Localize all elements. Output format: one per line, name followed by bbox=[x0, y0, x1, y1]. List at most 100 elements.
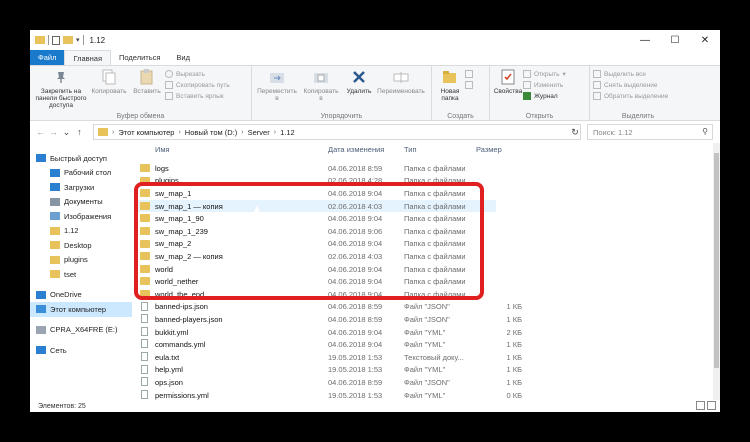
nav-item[interactable]: tset bbox=[30, 267, 132, 282]
tab-file[interactable]: Файл bbox=[30, 50, 65, 65]
file-name: bukkit.yml bbox=[155, 327, 189, 337]
nav-item-label: Изображения bbox=[64, 211, 112, 221]
folder-icon bbox=[140, 201, 150, 210]
table-row[interactable]: banned-ips.json 04.06.2018 8:59 Файл "JSON… bbox=[136, 301, 522, 314]
nav-item[interactable]: Загрузки bbox=[30, 180, 132, 195]
nav-item-label: CPRA_X64FRE (E:) bbox=[50, 325, 118, 335]
cut-button[interactable]: Вырезать bbox=[165, 70, 230, 78]
column-size[interactable]: Размер bbox=[476, 145, 502, 154]
paste-shortcut-button[interactable]: Вставить ярлык bbox=[165, 92, 230, 100]
table-row[interactable]: world_the_end 04.06.2018 9:04 Папка с файл… bbox=[136, 288, 496, 301]
table-row[interactable]: sw_map_1_239 04.06.2018 9:06 Папка с файла… bbox=[136, 225, 496, 238]
forward-icon[interactable]: → bbox=[47, 127, 60, 137]
organize-group-label: Упорядочить bbox=[320, 113, 363, 120]
file-size: 1 КБ bbox=[506, 365, 522, 375]
explorer-window: ▾ 1.12 — ☐ ✕ Файл Главная Поделиться Вид… bbox=[30, 30, 720, 412]
table-row[interactable]: sw_map_2 — копия 02.06.2018 4:03 Папка с ф… bbox=[136, 250, 496, 263]
back-icon[interactable]: ← bbox=[34, 127, 47, 137]
file-name: help.yml bbox=[155, 365, 183, 375]
pin-button[interactable]: Закрепить на панели быстрого доступа bbox=[33, 68, 89, 109]
create-group: Новая папка Создать bbox=[432, 66, 490, 121]
table-row[interactable]: sw_map_2 04.06.2018 9:04 Папка с файлами bbox=[136, 238, 496, 251]
move-to-button[interactable]: Переместить в bbox=[255, 68, 299, 102]
edit-button[interactable]: Изменить bbox=[523, 81, 566, 89]
nav-item[interactable]: plugins bbox=[30, 253, 132, 268]
nav-item[interactable]: Рабочий стол bbox=[30, 166, 132, 181]
nav-item-label: plugins bbox=[64, 255, 88, 265]
table-row[interactable]: bukkit.yml 04.06.2018 9:04 Файл "YML" 2 КБ bbox=[136, 326, 522, 339]
table-row[interactable]: sw_map_1_90 04.06.2018 9:04 Папка с файлам… bbox=[136, 212, 496, 225]
close-button[interactable]: ✕ bbox=[690, 30, 720, 50]
table-row[interactable]: world_nether 04.06.2018 9:04 Папка с файла… bbox=[136, 275, 496, 288]
tab-view[interactable]: Вид bbox=[168, 50, 198, 65]
table-row[interactable]: banned-players.json 04.06.2018 8:59 Файл "… bbox=[136, 313, 522, 326]
copy-button[interactable]: Копировать bbox=[89, 68, 129, 95]
column-type[interactable]: Тип bbox=[404, 145, 417, 154]
delete-button[interactable]: Удалить bbox=[343, 68, 375, 95]
breadcrumb-this-pc[interactable]: Этот компьютер bbox=[118, 128, 174, 137]
table-row[interactable]: sw_map_1 — копия 02.06.2018 4:03 Папка с ф… bbox=[136, 199, 496, 213]
easy-access-button[interactable] bbox=[465, 81, 473, 89]
rename-button[interactable]: Переименовать bbox=[375, 68, 427, 95]
refresh-icon[interactable]: ↻ bbox=[568, 124, 582, 140]
file-name: permissions.yml bbox=[155, 390, 209, 400]
nav-item[interactable]: Быстрый доступ bbox=[30, 151, 132, 166]
new-folder-qa-icon[interactable] bbox=[63, 36, 73, 44]
vertical-scrollbar[interactable] bbox=[713, 143, 720, 400]
copy-to-button[interactable]: Копировать в bbox=[299, 68, 343, 102]
column-headers: Имя Дата изменения Тип Размер bbox=[132, 143, 714, 157]
breadcrumb-server[interactable]: Server bbox=[248, 128, 270, 137]
journal-button[interactable]: Журнал bbox=[523, 92, 566, 100]
column-name[interactable]: Имя bbox=[155, 145, 170, 154]
customize-qa-icon[interactable]: ▾ bbox=[76, 36, 80, 44]
nav-item[interactable]: Сеть bbox=[30, 343, 132, 358]
nav-item[interactable]: OneDrive bbox=[30, 288, 132, 303]
table-row[interactable]: logs 04.06.2018 8:59 Папка с файлами bbox=[136, 162, 496, 175]
copy-path-button[interactable]: Скопировать путь bbox=[165, 81, 230, 89]
recent-locations-icon[interactable]: ⌄ bbox=[60, 127, 73, 138]
file-icon bbox=[141, 301, 148, 311]
folder-icon bbox=[98, 128, 108, 136]
scrollbar-thumb[interactable] bbox=[714, 153, 719, 368]
breadcrumb-1-12[interactable]: 1.12 bbox=[280, 128, 295, 137]
nav-item[interactable]: CPRA_X64FRE (E:) bbox=[30, 323, 132, 338]
chevron-right-icon: › bbox=[241, 128, 244, 136]
table-row[interactable]: plugins 02.06.2018 4:28 Папка с файлами bbox=[136, 175, 496, 188]
large-icons-view-icon[interactable] bbox=[707, 401, 716, 410]
table-row[interactable]: sw_map_1 04.06.2018 9:04 Папка с файлами bbox=[136, 187, 496, 200]
minimize-button[interactable]: — bbox=[630, 30, 660, 50]
table-row[interactable]: permissions.yml 19.05.2018 1:53 Файл "YML"… bbox=[136, 389, 522, 400]
deselect-button[interactable]: Снять выделение bbox=[593, 81, 668, 89]
table-row[interactable]: world 04.06.2018 9:04 Папка с файлами bbox=[136, 263, 496, 276]
nav-item[interactable]: 1.12 bbox=[30, 224, 132, 239]
tab-home[interactable]: Главная bbox=[64, 50, 111, 65]
column-date[interactable]: Дата изменения bbox=[328, 145, 384, 154]
up-icon[interactable]: ↑ bbox=[73, 127, 86, 137]
invert-selection-button[interactable]: Обратить выделение bbox=[593, 92, 668, 100]
chevron-right-icon: › bbox=[273, 128, 277, 136]
details-view-icon[interactable] bbox=[696, 401, 705, 410]
table-row[interactable]: eula.txt 19.05.2018 1:53 Текстовый доку...… bbox=[136, 351, 522, 364]
chevron-down-icon: ▾ bbox=[562, 71, 566, 78]
nav-item[interactable]: Этот компьютер bbox=[30, 302, 132, 317]
new-item-button[interactable] bbox=[465, 70, 473, 78]
open-button[interactable]: Открыть ▾ bbox=[523, 70, 566, 78]
maximize-button[interactable]: ☐ bbox=[660, 30, 690, 50]
nav-item[interactable]: Изображения bbox=[30, 209, 132, 224]
select-all-button[interactable]: Выделить все bbox=[593, 70, 668, 78]
tab-share[interactable]: Поделиться bbox=[111, 50, 168, 65]
properties-button[interactable]: Свойства bbox=[493, 68, 523, 95]
copy-to-icon bbox=[312, 68, 330, 86]
address-field[interactable]: › Этот компьютер › Новый том (D:) › Serv… bbox=[93, 124, 581, 140]
new-folder-button[interactable]: Новая папка bbox=[435, 68, 465, 102]
table-row[interactable]: ops.json 04.06.2018 8:59 Файл "JSON" 1 КБ bbox=[136, 376, 522, 389]
paste-button[interactable]: Вставить bbox=[129, 68, 165, 95]
table-row[interactable]: help.yml 19.05.2018 1:53 Файл "YML" 1 КБ bbox=[136, 364, 522, 377]
properties-qa-icon[interactable] bbox=[52, 35, 60, 45]
nav-item[interactable]: Документы bbox=[30, 195, 132, 210]
nav-item[interactable]: Desktop bbox=[30, 238, 132, 253]
search-input[interactable]: Поиск: 1.12 ⚲ bbox=[587, 124, 713, 140]
breadcrumb-drive-d[interactable]: Новый том (D:) bbox=[185, 128, 238, 137]
paste-icon bbox=[138, 68, 156, 86]
table-row[interactable]: commands.yml 04.06.2018 9:04 Файл "YML" 1 К… bbox=[136, 338, 522, 351]
